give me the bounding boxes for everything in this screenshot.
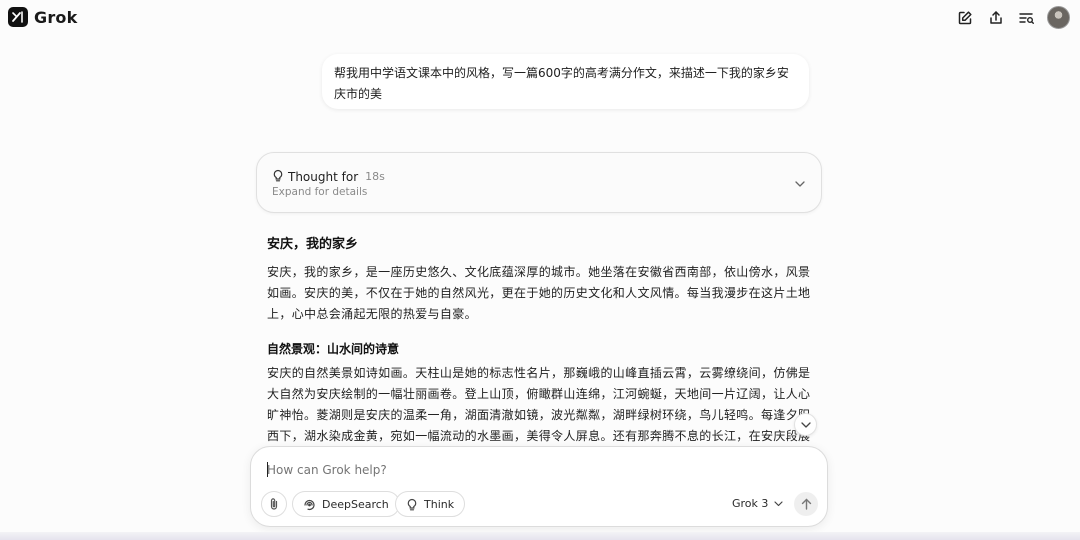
scroll-down-button[interactable]: [794, 413, 817, 436]
lightbulb-icon: [407, 498, 417, 510]
section-text: 安庆的自然美景如诗如画。天柱山是她的标志性名片，那巍峨的山峰直插云霄，云雾缭绕间…: [267, 366, 811, 443]
deepsearch-button[interactable]: DeepSearch: [292, 491, 400, 517]
edit-icon[interactable]: [954, 7, 975, 28]
grok-logo[interactable]: Grok: [8, 7, 77, 27]
deepsearch-icon: [304, 499, 315, 510]
app-name: Grok: [34, 7, 78, 27]
section-heading: 自然景观：山水间的诗意: [267, 342, 400, 356]
top-actions: [954, 6, 1070, 29]
avatar[interactable]: [1047, 6, 1070, 29]
grok-logo-icon: [8, 7, 28, 27]
thought-header: Thought for 18s: [272, 167, 385, 186]
thought-panel[interactable]: Thought for 18s Expand for details: [256, 152, 822, 213]
response-title: 安庆，我的家乡: [267, 237, 359, 252]
chevron-down-icon: [800, 421, 811, 428]
thought-subtitle: Expand for details: [272, 186, 368, 198]
attach-button[interactable]: [261, 491, 287, 517]
text-caret: [267, 462, 268, 477]
chevron-down-icon[interactable]: [795, 172, 805, 191]
thought-duration: 18s: [365, 170, 385, 183]
think-button[interactable]: Think: [395, 491, 466, 517]
chevron-down-icon: [774, 500, 784, 506]
top-bar: Grok: [0, 0, 1080, 36]
user-message: 帮我用中学语文课本中的风格，写一篇600字的高考满分作文，来描述一下我的家乡安庆…: [322, 54, 809, 109]
send-button[interactable]: [794, 492, 818, 516]
deepsearch-label: DeepSearch: [322, 497, 389, 511]
chat-input[interactable]: [267, 461, 807, 479]
model-selector[interactable]: Grok 3: [732, 497, 784, 510]
assistant-response: 安庆，我的家乡 安庆，我的家乡，是一座历史悠久、文化底蕴深厚的城市。她坐落在安徽…: [267, 234, 812, 444]
composer: DeepSearch Think Grok 3: [250, 446, 828, 527]
thought-title: Thought for: [288, 169, 359, 184]
think-label: Think: [424, 497, 455, 511]
history-icon[interactable]: [1016, 7, 1037, 28]
model-label: Grok 3: [732, 497, 769, 510]
paperclip-icon: [270, 498, 278, 510]
lightbulb-icon: [272, 167, 284, 186]
share-icon[interactable]: [985, 7, 1006, 28]
bottom-edge: [0, 532, 1080, 540]
response-intro: 安庆，我的家乡，是一座历史悠久、文化底蕴深厚的城市。她坐落在安徽省西南部，依山傍…: [267, 265, 811, 321]
arrow-up-icon: [801, 498, 811, 510]
